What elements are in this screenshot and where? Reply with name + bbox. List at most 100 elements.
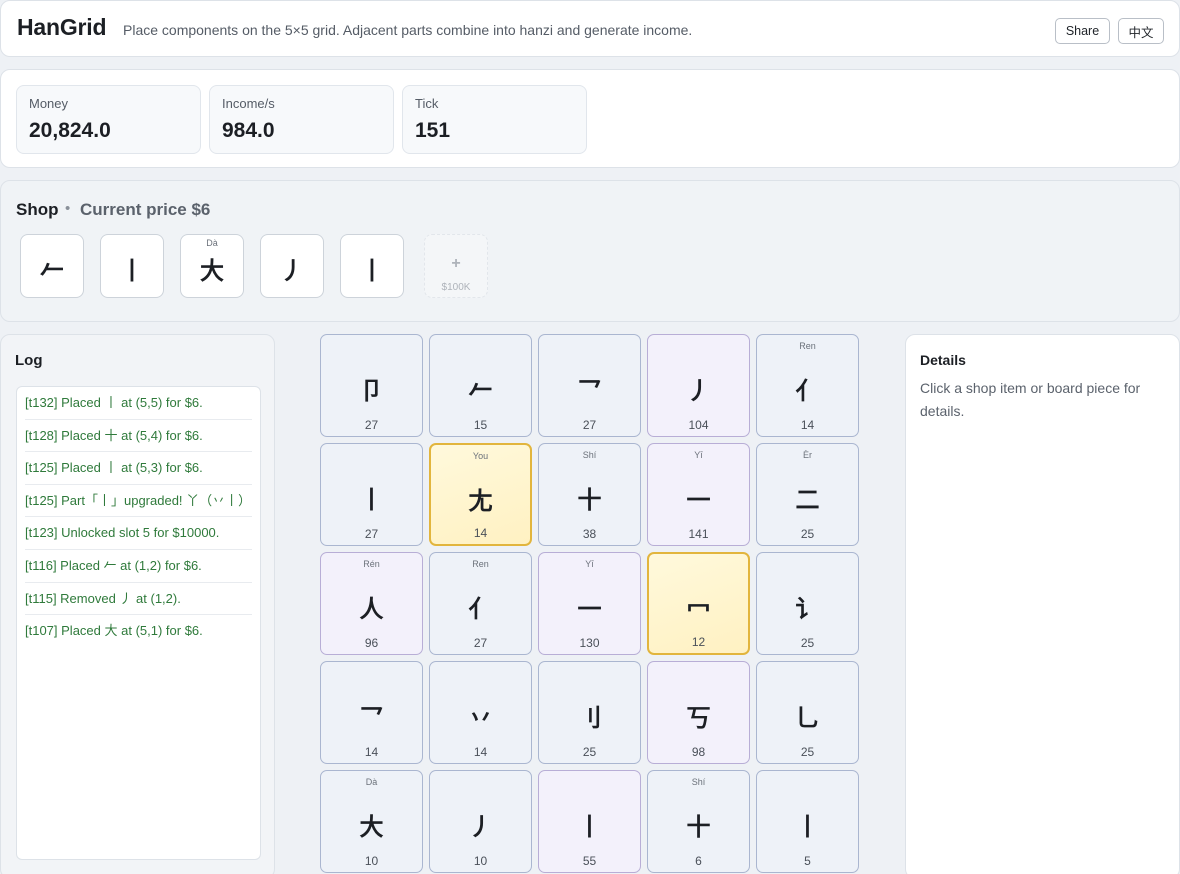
cell-glyph: 冖: [686, 596, 711, 624]
cell-count: 130: [579, 636, 600, 650]
board-cell[interactable]: 丨 55: [538, 770, 641, 873]
shop-item-glyph: 丨: [360, 257, 384, 285]
cell-count: 10: [364, 854, 379, 868]
board-cell[interactable]: Yī 一 130: [538, 552, 641, 655]
cell-glyph: 丿: [468, 813, 493, 841]
shop-title: Shop: [16, 200, 59, 219]
cell-pinyin: Dà: [365, 777, 378, 787]
cell-count: 5: [804, 854, 811, 868]
board-cell[interactable]: 乛 27: [538, 334, 641, 437]
cell-glyph: 二: [795, 486, 820, 514]
cell-glyph: 一: [686, 486, 711, 514]
log-title: Log: [15, 352, 43, 369]
cell-glyph: 大: [359, 813, 384, 841]
cell-count: 25: [800, 527, 815, 541]
cell-glyph: 丨: [577, 813, 602, 841]
cell-glyph: 十: [686, 813, 711, 841]
cell-glyph: 丨: [359, 486, 384, 514]
board-cell[interactable]: 丿 10: [429, 770, 532, 873]
board-cell[interactable]: 刂 25: [538, 661, 641, 764]
board-cell[interactable]: Yī 一 141: [647, 443, 750, 546]
board-cell[interactable]: 丿 104: [647, 334, 750, 437]
log-entry: [t107] Placed 大 at (5,1) for $6.: [25, 623, 203, 639]
cell-count: 25: [800, 636, 815, 650]
cell-glyph: 丿: [686, 377, 711, 405]
cell-pinyin: Èr: [803, 450, 812, 460]
cell-glyph: 乚: [795, 704, 820, 732]
board-cell[interactable]: Ren 亻 27: [429, 552, 532, 655]
cell-glyph: 讠: [795, 595, 820, 623]
cell-pinyin: Ren: [799, 341, 816, 351]
board-cell[interactable]: Shí 十 6: [647, 770, 750, 873]
shop-item[interactable]: Dà 大: [180, 234, 244, 298]
board-cell[interactable]: 卩 27: [320, 334, 423, 437]
board-cell[interactable]: 冖 12: [647, 552, 750, 655]
shop-item[interactable]: 丨: [100, 234, 164, 298]
cell-glyph: 十: [577, 486, 602, 514]
shop-panel: Shop • Current price $6 𠂉 丨 Dà 大 丿 丨 + $100K: [0, 180, 1180, 322]
board-cell[interactable]: Shí 十 38: [538, 443, 641, 546]
cell-count: 27: [364, 418, 379, 432]
share-button[interactable]: Share: [1055, 18, 1110, 44]
cell-glyph: 一: [577, 595, 602, 623]
board-cell[interactable]: 丨 27: [320, 443, 423, 546]
cell-glyph: 亻: [795, 377, 820, 405]
stat-money: Money 20,824.0: [16, 85, 201, 154]
log-entry: [t132] Placed 丨 at (5,5) for $6.: [25, 387, 252, 420]
stat-label: Income/s: [222, 96, 275, 111]
cell-pinyin: Rén: [363, 559, 380, 569]
shop-item[interactable]: 丨: [340, 234, 404, 298]
cell-pinyin: Shí: [582, 450, 597, 460]
app-subtitle: Place components on the 5×5 grid. Adjace…: [123, 22, 693, 38]
board-cell[interactable]: 丨5: [756, 770, 859, 873]
details-title: Details: [920, 352, 966, 368]
board-grid: 卩 27 𠂉 15 乛 27 丿 104 Ren 亻 14 丨 27 You 尢 14 Shí 十 38 Yī 一 141…: [320, 334, 859, 874]
board-cell[interactable]: Dà 大 10: [320, 770, 423, 873]
details-text: Click a shop item or board piece for det…: [920, 380, 1141, 419]
board-cell[interactable]: 乚 25: [756, 661, 859, 764]
cell-count: 55: [582, 854, 597, 868]
board-cell[interactable]: Ren 亻 14: [756, 334, 859, 437]
board-cell[interactable]: 丂 98: [647, 661, 750, 764]
app-title: HanGrid: [17, 14, 107, 40]
stats-panel: Money 20,824.0 Income/s 984.0 Tick 151: [0, 69, 1180, 168]
language-toggle-button[interactable]: 中文: [1118, 18, 1164, 44]
header-bar: HanGrid Place components on the 5×5 grid…: [0, 0, 1180, 57]
shop-item[interactable]: 𠂉: [20, 234, 84, 298]
cell-glyph: 丷: [468, 704, 493, 732]
log-list[interactable]: [t132] Placed 丨 at (5,5) for $6. [t128] P…: [16, 386, 261, 860]
board-cell[interactable]: 乛 14: [320, 661, 423, 764]
board-cell[interactable]: 讠 25: [756, 552, 859, 655]
board-cell[interactable]: Rén 人 96: [320, 552, 423, 655]
stat-value: 151: [415, 119, 451, 142]
log-entry: [t123] Unlocked slot 5 for $10000.: [25, 517, 252, 550]
cell-pinyin: You: [472, 451, 489, 461]
cell-pinyin: Shí: [691, 777, 706, 787]
shop-item-glyph: 大: [200, 257, 224, 285]
cell-pinyin: Yī: [694, 450, 703, 460]
cell-count: 14: [800, 418, 815, 432]
unlock-price: $100K: [441, 282, 471, 293]
cell-glyph: 卩: [359, 377, 384, 405]
shop-item[interactable]: 丿: [260, 234, 324, 298]
cell-glyph: 人: [359, 595, 384, 623]
plus-icon: +: [451, 255, 461, 272]
shop-item-glyph: 𠂉: [40, 257, 64, 285]
cell-count: 10: [473, 854, 488, 868]
cell-count: 27: [364, 527, 379, 541]
log-entry: [t125] Placed 丨 at (5,3) for $6.: [25, 452, 252, 485]
board-cell[interactable]: Èr 二 25: [756, 443, 859, 546]
shop-item-glyph: 丨: [120, 257, 144, 285]
cell-count: 96: [364, 636, 379, 650]
shop-unlock-slot-button[interactable]: + $100K: [424, 234, 488, 298]
cell-count: 25: [582, 745, 597, 759]
board-cell[interactable]: 𠂉 15: [429, 334, 532, 437]
cell-count: 6: [695, 854, 702, 868]
cell-count: 98: [691, 745, 706, 759]
cell-glyph: 丨: [795, 813, 820, 841]
cell-count: 25: [800, 745, 815, 759]
cell-glyph: 乛: [359, 704, 384, 732]
board-cell[interactable]: 丷 14: [429, 661, 532, 764]
cell-count: 14: [364, 745, 379, 759]
board-cell[interactable]: You 尢 14: [429, 443, 532, 546]
